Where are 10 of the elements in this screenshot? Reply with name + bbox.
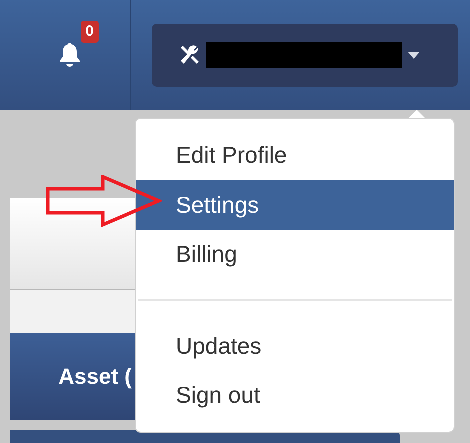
menu-item[interactable]: Settings [136, 180, 454, 230]
caret-icon [408, 52, 420, 58]
panel-heading-text: Asset ( [58, 363, 132, 391]
menu-item[interactable]: Sign out [136, 370, 454, 420]
menu-item[interactable]: Edit Profile [136, 131, 454, 180]
menu-item[interactable]: Billing [136, 230, 454, 280]
bell-icon [59, 42, 81, 68]
user-menu-button[interactable] [152, 24, 458, 86]
menu-item[interactable]: Updates [136, 321, 454, 371]
notification-count-badge: 0 [80, 21, 99, 43]
